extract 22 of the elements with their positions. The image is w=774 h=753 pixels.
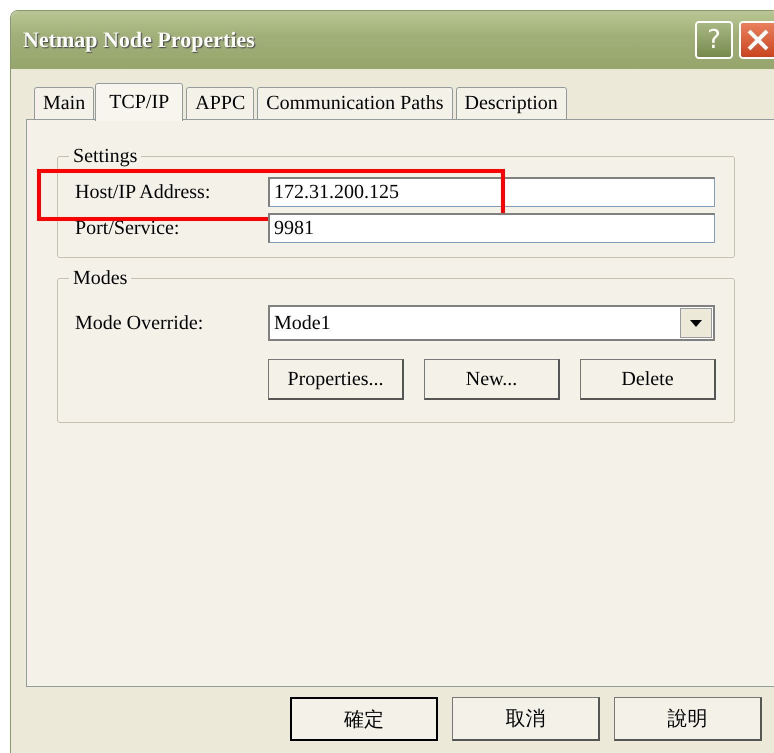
mode-button[interactable]: Delete (580, 359, 716, 400)
field-label: Mode Override: (75, 312, 204, 334)
tab[interactable]: APPC (186, 87, 254, 119)
dialog-button[interactable]: 取消 (452, 697, 600, 741)
tab[interactable]: Description (456, 87, 567, 119)
text-field[interactable]: 172.31.200.125 (268, 177, 715, 207)
text-field[interactable]: 9981 (268, 213, 715, 243)
field-label: Port/Service: (75, 216, 180, 240)
mode-button[interactable]: New... (424, 359, 560, 400)
tab[interactable]: Main (34, 87, 94, 119)
close-button[interactable] (739, 21, 774, 59)
tab[interactable]: TCP/IP (95, 83, 184, 121)
dialog-button[interactable]: 確定 (290, 697, 438, 741)
window-title: Netmap Node Properties (23, 27, 256, 53)
field-label: Host/IP Address: (75, 180, 212, 204)
mode-dropdown[interactable]: Mode1 (268, 305, 715, 341)
mode-button[interactable]: Properties... (268, 359, 404, 400)
tab[interactable]: Communication Paths (257, 87, 452, 119)
dropdown-button[interactable] (680, 308, 712, 338)
close-icon (746, 28, 770, 52)
caret-icon (690, 320, 702, 326)
dialog-button[interactable]: 說明 (614, 697, 762, 741)
